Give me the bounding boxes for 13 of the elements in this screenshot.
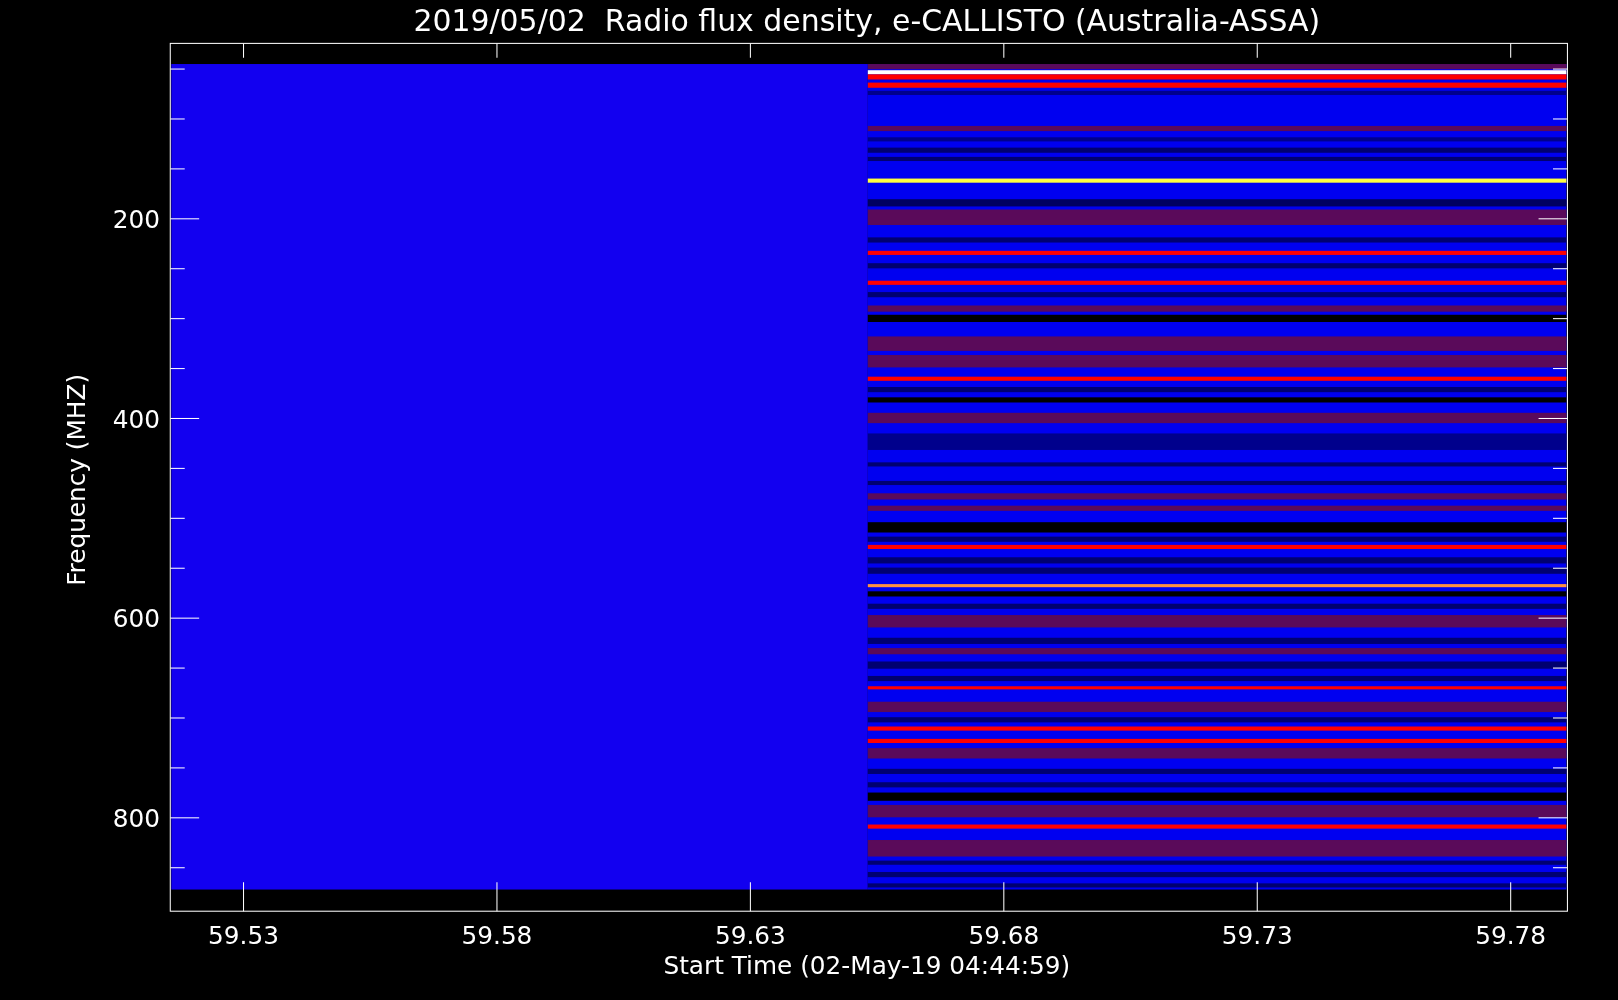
tick-label: 59.78 [1475,921,1547,951]
tick-label: 59.73 [1221,921,1293,951]
tick-label: 59.58 [461,921,533,951]
chart-title: 2019/05/02 Radio flux density, e-CALLISTO (Australia-ASSA) [413,3,1321,38]
tick-label: 600 [112,604,160,634]
tick-label: 400 [112,404,160,434]
axis-label: Frequency (MHZ) [61,373,91,586]
tick-label: 200 [112,205,160,235]
axis-label: Start Time (02-May-19 04:44:59) [663,951,1071,981]
tick-label: 59.68 [968,921,1040,951]
tick-label: 59.53 [208,921,279,951]
tick-label: 59.63 [714,921,786,951]
tick-label: 800 [112,804,160,834]
